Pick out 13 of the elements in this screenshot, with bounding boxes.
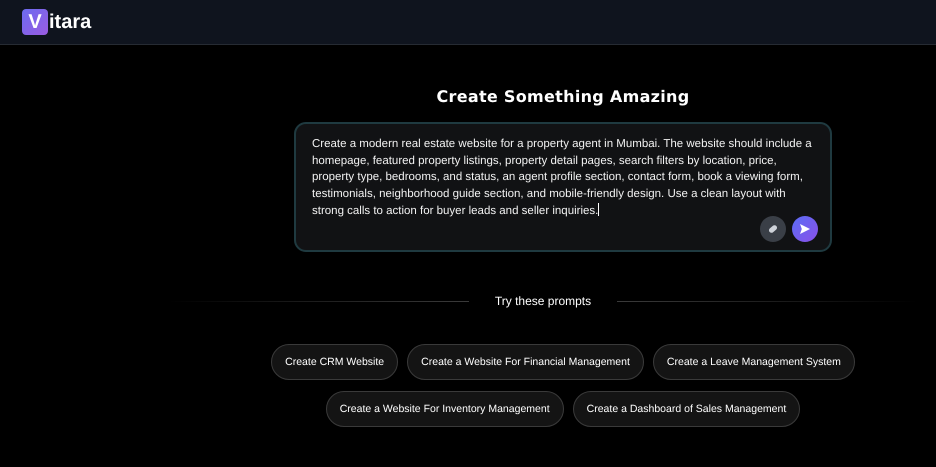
send-icon [799,223,811,235]
send-button[interactable] [792,216,818,242]
prompt-chip[interactable]: Create a Leave Management System [652,344,855,380]
page-heading: Create Something Amazing [436,87,690,106]
logo-mark: V [22,9,48,35]
prompt-chip[interactable]: Create CRM Website [271,344,398,380]
prompt-chip[interactable]: Create a Dashboard of Sales Management [572,391,800,427]
prompt-chip[interactable]: Create a Website For Inventory Management [326,391,564,427]
attach-button[interactable] [760,216,786,242]
prompt-chip[interactable]: Create a Website For Financial Management [407,344,644,380]
suggestions-title: Try these prompts [494,294,592,308]
logo-text: itara [49,10,92,34]
prompt-field[interactable]: Create a modern real estate website for a property agent in Mumbai. The website should include a homepage, featured property listings, property detail pages, search filters by location, price, property type, bedrooms, and status, an agent profile section, contact form, book a viewing form, testimonials, neighborhood guide section, and mobile-friendly design. Use a clean layout with strong calls to action for buyer leads and seller inquiries. [294,122,832,252]
